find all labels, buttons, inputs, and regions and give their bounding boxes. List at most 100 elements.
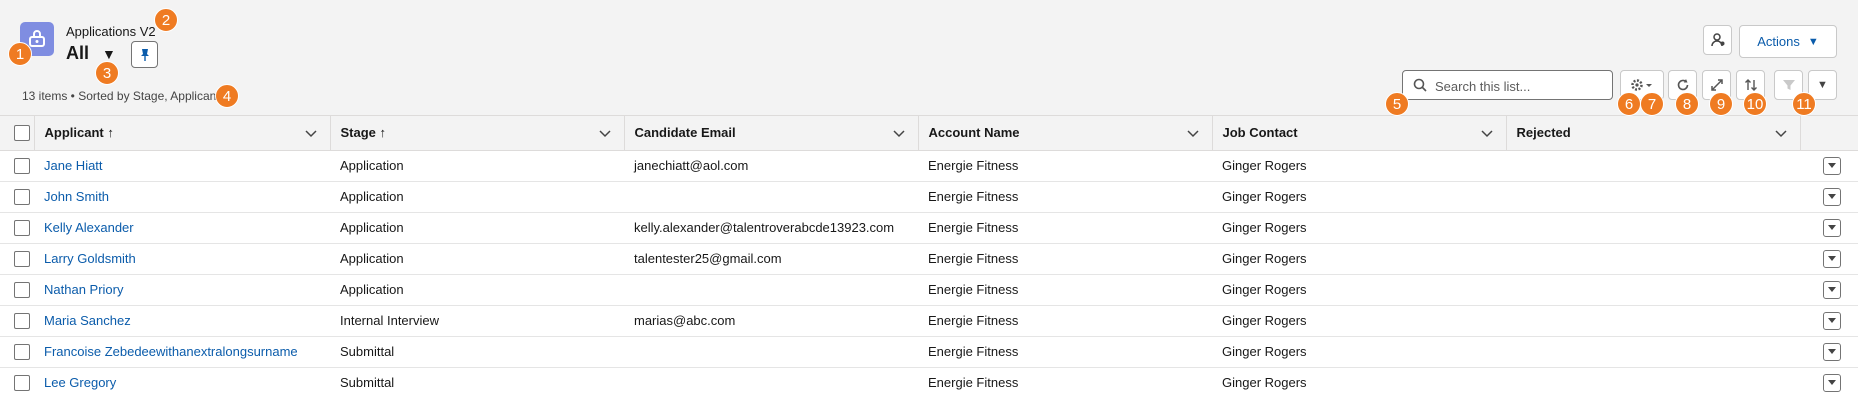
column-header-candidate-email[interactable]: Candidate Email	[624, 116, 919, 151]
row-actions-button[interactable]	[1823, 218, 1841, 237]
chevron-down-icon[interactable]	[598, 126, 612, 140]
applicant-link[interactable]: Lee Gregory	[44, 375, 116, 390]
expand-icon	[1710, 79, 1723, 91]
chevron-down-icon[interactable]	[1774, 126, 1788, 140]
applicant-link[interactable]: Francoise Zebedeewithanextralongsurname	[44, 344, 298, 359]
cell-contact: Ginger Rogers	[1212, 150, 1506, 182]
row-checkbox[interactable]	[14, 343, 30, 360]
pin-button[interactable]	[131, 41, 158, 68]
cell-applicant: Kelly Alexander	[34, 212, 330, 244]
cell-contact: Ginger Rogers	[1212, 336, 1506, 368]
row-actions-button[interactable]	[1823, 342, 1841, 361]
column-header-job-contact[interactable]: Job Contact	[1212, 116, 1507, 151]
row-checkbox[interactable]	[14, 312, 30, 329]
cell-contact: Ginger Rogers	[1212, 305, 1506, 337]
applicant-link[interactable]: Larry Goldsmith	[44, 251, 136, 266]
cell-applicant: Jane Hiatt	[34, 150, 330, 182]
cell-account: Energie Fitness	[918, 305, 1212, 337]
cell-applicant: Nathan Priory	[34, 274, 330, 306]
table-row[interactable]: Kelly Alexander Application kelly.alexande…	[0, 212, 1858, 244]
chevron-down-icon[interactable]	[304, 126, 318, 140]
view-switcher-chevron-down-icon[interactable]: ▼	[102, 46, 116, 62]
column-header-applicant[interactable]: Applicant ↑	[34, 116, 331, 151]
list-view-name[interactable]: All	[66, 43, 89, 64]
applicant-link[interactable]: Jane Hiatt	[44, 158, 103, 173]
cell-text: Energie Fitness	[928, 313, 1019, 328]
cell-text: kelly.alexander@talentroverabcde13923.co…	[634, 220, 895, 235]
table-row[interactable]: Jane Hiatt Application janechiatt@aol.com E…	[0, 150, 1858, 182]
cell-stage: Submittal	[330, 336, 624, 368]
cell-stage: Application	[330, 274, 624, 306]
table-row[interactable]: Lee Gregory Submittal Energie Fitness Ginge…	[0, 367, 1858, 397]
actions-button[interactable]: Actions ▼	[1739, 25, 1837, 58]
row-actions-cell	[1800, 150, 1858, 182]
applicant-link[interactable]: Nathan Priory	[44, 282, 123, 297]
chevron-down-icon	[1828, 286, 1836, 292]
cell-stage: Application	[330, 212, 624, 244]
assign-owner-button[interactable]	[1703, 25, 1732, 55]
column-label: Applicant ↑	[44, 125, 114, 141]
row-actions-cell	[1800, 181, 1858, 213]
column-header-rejected[interactable]: Rejected	[1506, 116, 1801, 151]
table-row[interactable]: Maria Sanchez Internal Interview marias@ab…	[0, 305, 1858, 337]
row-actions-button[interactable]	[1823, 249, 1841, 268]
chevron-down-icon[interactable]	[892, 126, 906, 140]
applicant-link[interactable]: John Smith	[44, 189, 109, 204]
row-checkbox[interactable]	[14, 157, 30, 174]
applicant-link[interactable]: Kelly Alexander	[44, 220, 134, 235]
row-checkbox[interactable]	[14, 219, 30, 236]
row-checkbox[interactable]	[14, 374, 30, 391]
search-icon	[1413, 78, 1427, 92]
cell-text: janechiatt@aol.com	[634, 158, 749, 173]
row-actions-cell	[1800, 305, 1858, 337]
row-checkbox[interactable]	[14, 250, 30, 267]
chevron-down-icon	[1828, 255, 1836, 261]
row-actions-button[interactable]	[1823, 156, 1841, 175]
row-actions-button[interactable]	[1823, 280, 1841, 299]
chevron-down-icon[interactable]	[1480, 126, 1494, 140]
object-label: Applications V2	[66, 24, 156, 39]
chevron-down-icon: ▼	[1807, 35, 1819, 48]
cell-stage: Internal Interview	[330, 305, 624, 337]
cell-text: Energie Fitness	[928, 282, 1019, 297]
cell-email	[624, 274, 918, 306]
row-actions-button[interactable]	[1823, 187, 1841, 206]
cell-stage: Application	[330, 150, 624, 182]
cell-rejected	[1506, 336, 1800, 368]
cell-text: Energie Fitness	[928, 344, 1019, 359]
search-input[interactable]: Search this list...	[1402, 70, 1613, 100]
column-header-account-name[interactable]: Account Name	[918, 116, 1213, 151]
sort-icon	[1744, 79, 1757, 91]
row-checkbox[interactable]	[14, 188, 30, 205]
cell-account: Energie Fitness	[918, 243, 1212, 275]
refresh-icon	[1677, 79, 1688, 91]
callout-badge-10: 10	[1743, 92, 1767, 116]
cell-text: Ginger Rogers	[1222, 251, 1307, 266]
applicant-link[interactable]: Maria Sanchez	[44, 313, 131, 328]
cell-stage: Application	[330, 181, 624, 213]
select-all-checkbox[interactable]	[14, 124, 30, 141]
cell-text: Application	[340, 189, 404, 204]
chevron-down-icon	[1828, 379, 1836, 385]
chevron-down-icon[interactable]	[1186, 126, 1200, 140]
row-checkbox[interactable]	[14, 281, 30, 298]
cell-text: marias@abc.com	[634, 313, 736, 328]
callout-badge-7: 7	[1640, 92, 1664, 116]
actions-label: Actions	[1757, 34, 1800, 49]
callout-badge-6: 6	[1617, 92, 1641, 116]
row-actions-cell	[1800, 336, 1858, 368]
callout-badge-5: 5	[1385, 92, 1409, 116]
cell-text: Energie Fitness	[928, 251, 1019, 266]
table-row[interactable]: Nathan Priory Application Energie Fitness G…	[0, 274, 1858, 306]
table-row[interactable]: John Smith Application Energie Fitness Ging…	[0, 181, 1858, 213]
row-actions-button[interactable]	[1823, 311, 1841, 330]
cell-applicant: Francoise Zebedeewithanextralongsurname	[34, 336, 330, 368]
assign-user-icon	[1710, 33, 1724, 47]
cell-text: Application	[340, 158, 404, 173]
row-actions-button[interactable]	[1823, 373, 1841, 392]
column-header-stage[interactable]: Stage ↑	[330, 116, 625, 151]
table-row[interactable]: Larry Goldsmith Application talentester25@…	[0, 243, 1858, 275]
cell-text: Ginger Rogers	[1222, 158, 1307, 173]
table-row[interactable]: Francoise Zebedeewithanextralongsurname S…	[0, 336, 1858, 368]
filter-icon	[1782, 80, 1795, 90]
